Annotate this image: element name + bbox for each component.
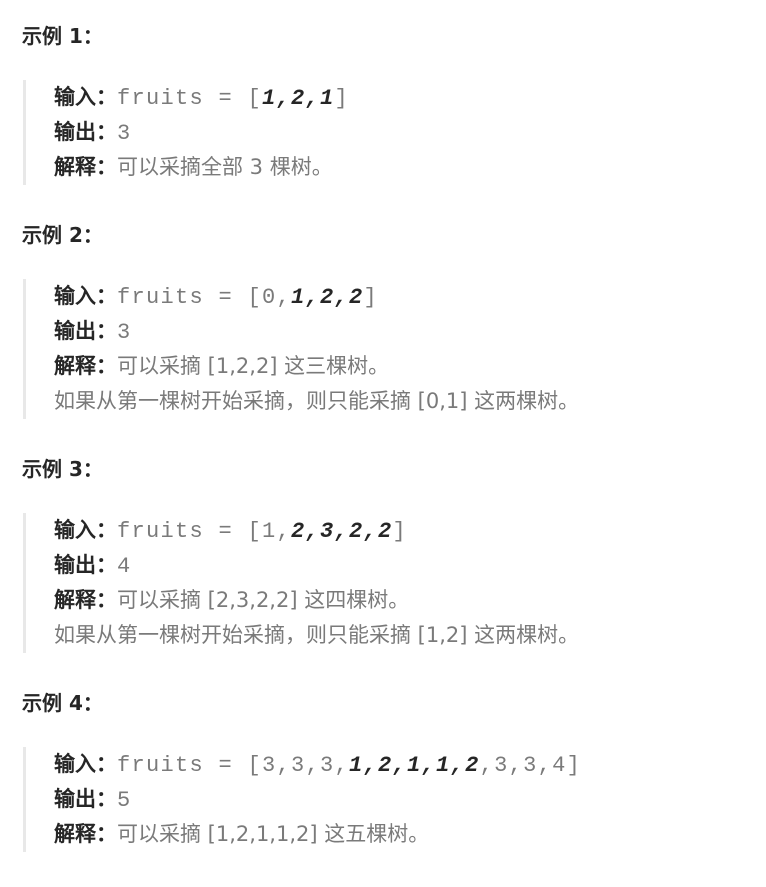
example-heading: 示例 1： (22, 24, 103, 48)
highlighted-values: 1,2,2 (291, 285, 364, 310)
input-code: ] (363, 285, 379, 310)
output-label: 输出： (54, 787, 117, 811)
input-code: fruits = [ (117, 86, 263, 111)
explanation-label: 解释： (54, 588, 117, 612)
example-block: 输入：fruits = [1,2,1] 输出：3 解释：可以采摘全部 3 棵树。 (23, 80, 766, 185)
input-label: 输入： (54, 518, 117, 542)
output-label: 输出： (54, 553, 117, 577)
input-label: 输入： (54, 752, 117, 776)
output-value: 5 (117, 788, 132, 813)
explanation-line: 解释：可以采摘 [1,2,1,1,2] 这五棵树。 (54, 817, 766, 852)
input-label: 输入： (54, 284, 117, 308)
input-line: 输入：fruits = [1,2,3,2,2] (54, 513, 766, 548)
output-label: 输出： (54, 319, 117, 343)
explanation-text: 如果从第一棵树开始采摘，则只能采摘 [0,1] 这两棵树。 (54, 389, 580, 413)
example-heading: 示例 2： (22, 223, 103, 247)
example-heading: 示例 3： (22, 457, 103, 481)
output-value: 3 (117, 121, 132, 146)
example-block: 输入：fruits = [3,3,3,1,2,1,1,2,3,3,4] 输出：5 解… (23, 747, 766, 852)
explanation-text: 如果从第一棵树开始采摘，则只能采摘 [1,2] 这两棵树。 (54, 623, 580, 647)
output-line: 输出：4 (54, 548, 766, 583)
input-code: ] (392, 519, 408, 544)
explanation-text: 可以采摘 [2,3,2,2] 这四棵树。 (117, 588, 410, 612)
highlighted-values: 1,2,1,1,2 (349, 753, 480, 778)
highlighted-values: 2,3,2,2 (291, 519, 393, 544)
explanation-line: 解释：可以采摘 [2,3,2,2] 这四棵树。 (54, 583, 766, 618)
explanation-label: 解释： (54, 354, 117, 378)
output-line: 输出：5 (54, 782, 766, 817)
input-code: fruits = [1, (117, 519, 292, 544)
input-code: fruits = [3,3,3, (117, 753, 350, 778)
highlighted-values: 1,2,1 (262, 86, 335, 111)
input-code: fruits = [0, (117, 285, 292, 310)
explanation-text: 可以采摘 [1,2,1,1,2] 这五棵树。 (117, 822, 430, 846)
example-block: 输入：fruits = [0,1,2,2] 输出：3 解释：可以采摘 [1,2,2]… (23, 279, 766, 419)
output-line: 输出：3 (54, 115, 766, 150)
input-code: ] (334, 86, 350, 111)
input-line: 输入：fruits = [1,2,1] (54, 80, 766, 115)
explanation-line: 解释：可以采摘全部 3 棵树。 (54, 150, 766, 185)
input-line: 输入：fruits = [3,3,3,1,2,1,1,2,3,3,4] (54, 747, 766, 782)
example-heading: 示例 4： (22, 691, 103, 715)
explanation-line: 如果从第一棵树开始采摘，则只能采摘 [0,1] 这两棵树。 (54, 384, 766, 419)
explanation-line: 如果从第一棵树开始采摘，则只能采摘 [1,2] 这两棵树。 (54, 618, 766, 653)
explanation-text: 可以采摘全部 3 棵树。 (117, 155, 333, 179)
explanation-label: 解释： (54, 822, 117, 846)
input-line: 输入：fruits = [0,1,2,2] (54, 279, 766, 314)
examples-container: 示例 1： 输入：fruits = [1,2,1] 输出：3 解释：可以采摘全部 3 … (0, 0, 766, 852)
output-value: 3 (117, 320, 132, 345)
output-line: 输出：3 (54, 314, 766, 349)
explanation-label: 解释： (54, 155, 117, 179)
output-value: 4 (117, 554, 132, 579)
output-label: 输出： (54, 120, 117, 144)
input-code: ,3,3,4] (479, 753, 582, 778)
input-label: 输入： (54, 85, 117, 109)
explanation-text: 可以采摘 [1,2,2] 这三棵树。 (117, 354, 390, 378)
explanation-line: 解释：可以采摘 [1,2,2] 这三棵树。 (54, 349, 766, 384)
example-block: 输入：fruits = [1,2,3,2,2] 输出：4 解释：可以采摘 [2,3,… (23, 513, 766, 653)
